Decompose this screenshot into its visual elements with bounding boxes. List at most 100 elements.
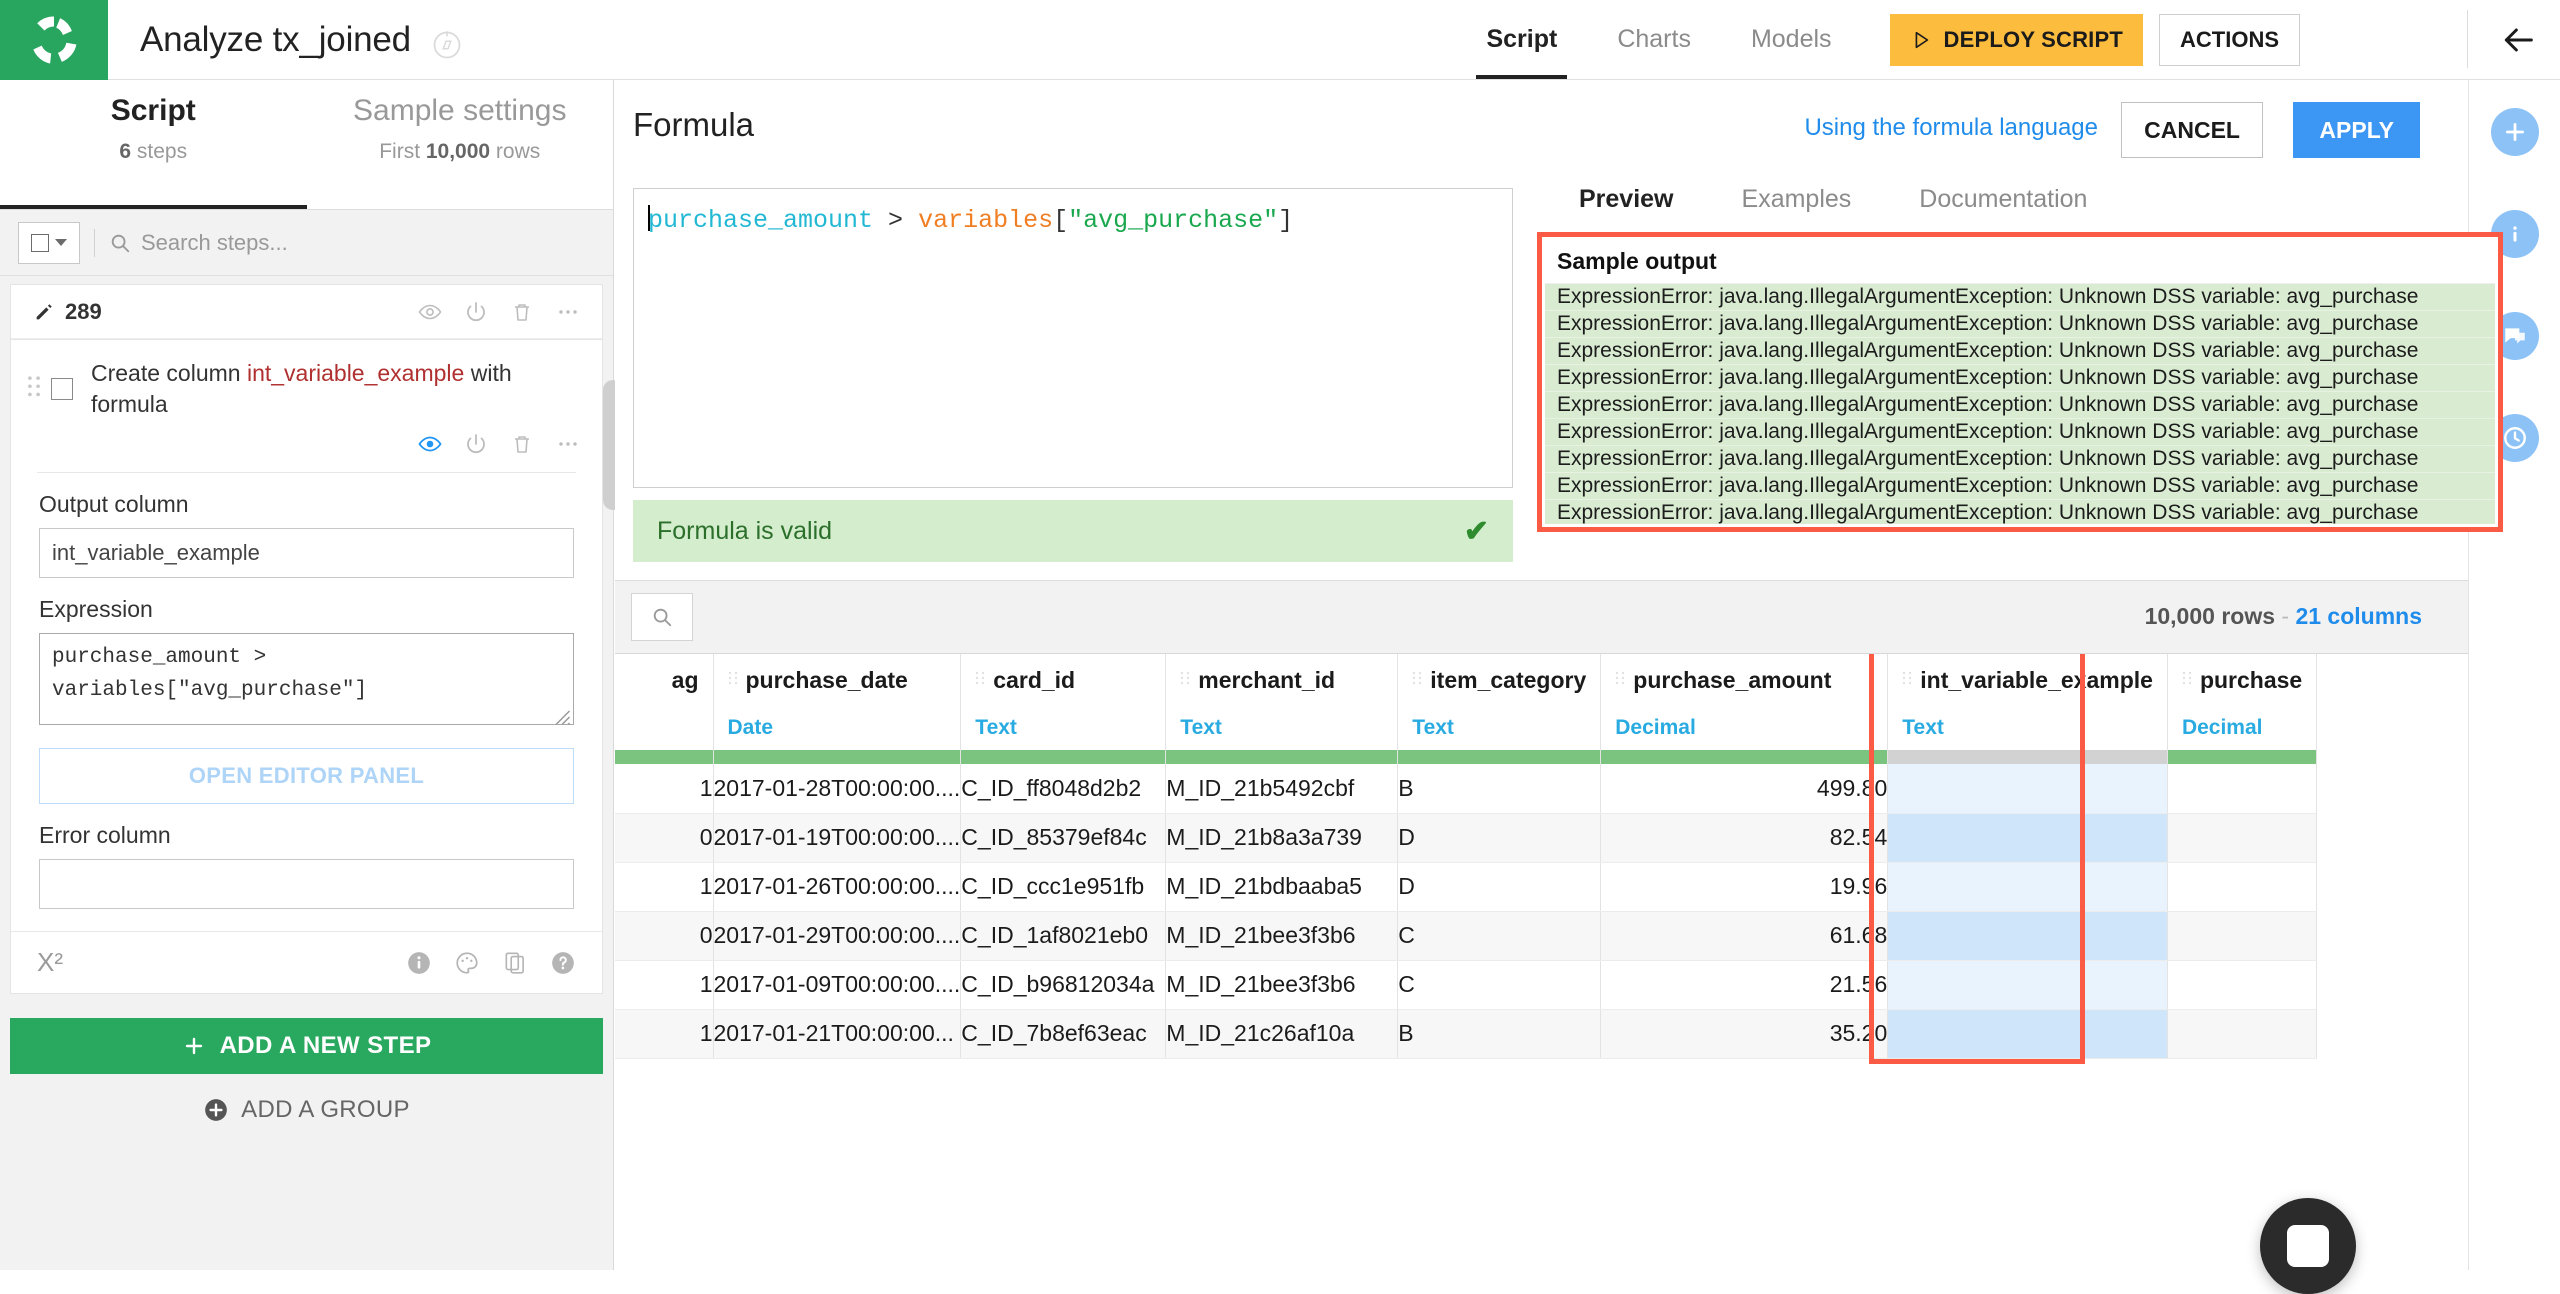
info-icon[interactable] <box>406 950 432 976</box>
tab-documentation[interactable]: Documentation <box>1885 185 2121 214</box>
table-row[interactable]: 1 2017-01-28T00:00:00.... C_ID_ff8048d2b2 M… <box>615 764 2318 814</box>
tab-charts[interactable]: Charts <box>1587 0 1721 79</box>
table-row[interactable]: 1 2017-01-26T00:00:00.... C_ID_ccc1e951fb M… <box>615 862 2318 912</box>
table-cell[interactable] <box>2167 1009 2318 1059</box>
left-tab-sample-settings[interactable]: Sample settings First 10,000 rows <box>307 80 614 163</box>
table-cell[interactable]: C_ID_7b8ef63eac <box>960 1009 1167 1059</box>
table-cell[interactable]: C_ID_1af8021eb0 <box>960 911 1167 961</box>
table-row[interactable]: 1 2017-01-09T00:00:00.... C_ID_b96812034a M… <box>615 960 2318 1010</box>
palette-icon[interactable] <box>454 950 480 976</box>
tab-preview[interactable]: Preview <box>1545 185 1708 214</box>
table-cell[interactable] <box>1887 813 2168 863</box>
table-column-header[interactable]: int_variable_example Text <box>1887 654 2168 764</box>
table-cell[interactable]: 19.96 <box>1600 862 1889 912</box>
table-cell[interactable]: M_ID_21bee3f3b6 <box>1165 960 1399 1010</box>
table-cell[interactable]: 499.80 <box>1600 764 1889 814</box>
help-icon[interactable] <box>550 950 576 976</box>
table-cell[interactable]: 21.56 <box>1600 960 1889 1010</box>
table-column-header[interactable]: purchase_date Date <box>713 654 962 764</box>
table-cell[interactable] <box>1887 911 2168 961</box>
drag-handle-icon[interactable] <box>27 374 41 404</box>
table-row[interactable]: 1 2017-01-21T00:00:00... C_ID_7b8ef63eac M_… <box>615 1009 2318 1059</box>
table-cell[interactable]: M_ID_21bee3f3b6 <box>1165 911 1399 961</box>
formula-editor[interactable]: purchase_amount > variables["avg_purchas… <box>633 188 1513 488</box>
table-row[interactable]: 0 2017-01-19T00:00:00.... C_ID_85379ef84c M… <box>615 813 2318 863</box>
table-cell[interactable]: 1 <box>615 862 714 912</box>
table-cell[interactable] <box>2167 862 2318 912</box>
table-cell[interactable]: 0 <box>615 813 714 863</box>
tab-models[interactable]: Models <box>1721 0 1862 79</box>
table-column-header[interactable]: item_category Text <box>1397 654 1602 764</box>
table-cell[interactable]: 61.68 <box>1600 911 1889 961</box>
cancel-button[interactable]: CANCEL <box>2121 102 2263 158</box>
column-drag-handle-icon[interactable] <box>1412 669 1422 691</box>
rail-add-button[interactable] <box>2491 108 2539 156</box>
x-squared-icon[interactable]: X² <box>37 947 63 978</box>
eye-icon-active[interactable] <box>418 432 442 456</box>
table-cell[interactable]: 2017-01-28T00:00:00.... <box>713 764 962 814</box>
column-drag-handle-icon[interactable] <box>1902 669 1912 691</box>
power-icon[interactable] <box>464 432 488 456</box>
apply-button[interactable]: APPLY <box>2293 102 2420 158</box>
table-cell[interactable]: 1 <box>615 1009 714 1059</box>
table-cell[interactable] <box>2167 813 2318 863</box>
chat-widget-button[interactable] <box>2260 1198 2356 1294</box>
table-cell[interactable]: M_ID_21b5492cbf <box>1165 764 1399 814</box>
add-a-group-button[interactable]: ADD A GROUP <box>0 1096 613 1124</box>
left-tab-script[interactable]: Script 6 steps <box>0 80 307 163</box>
table-cell[interactable]: M_ID_21c26af10a <box>1165 1009 1399 1059</box>
search-steps-input[interactable]: Search steps... <box>141 230 288 256</box>
open-editor-panel-button[interactable]: OPEN EDITOR PANEL <box>39 748 574 805</box>
table-column-header[interactable]: purchase_amount Decimal <box>1600 654 1889 764</box>
table-cell[interactable]: 0 <box>615 911 714 961</box>
table-cell[interactable] <box>1887 960 2168 1010</box>
select-all-dropdown[interactable] <box>18 221 80 264</box>
table-cell[interactable]: 2017-01-09T00:00:00.... <box>713 960 962 1010</box>
table-cell[interactable]: 2017-01-21T00:00:00... <box>713 1009 962 1059</box>
app-logo[interactable] <box>0 0 108 80</box>
table-cell[interactable] <box>1887 862 2168 912</box>
table-cell[interactable]: C <box>1397 911 1602 961</box>
table-cell[interactable]: 35.20 <box>1600 1009 1889 1059</box>
table-cell[interactable]: B <box>1397 1009 1602 1059</box>
table-column-header[interactable]: merchant_id Text <box>1165 654 1399 764</box>
table-cell[interactable]: M_ID_21bdbaaba5 <box>1165 862 1399 912</box>
deploy-script-button[interactable]: DEPLOY SCRIPT <box>1889 13 2143 66</box>
table-cell[interactable]: 2017-01-19T00:00:00.... <box>713 813 962 863</box>
power-icon[interactable] <box>464 300 488 324</box>
column-drag-handle-icon[interactable] <box>1615 669 1625 691</box>
eye-icon[interactable] <box>418 300 442 324</box>
back-arrow-icon[interactable] <box>2498 20 2538 60</box>
more-options-icon[interactable] <box>556 300 580 324</box>
tab-examples[interactable]: Examples <box>1708 185 1886 214</box>
add-a-new-step-button[interactable]: ADD A NEW STEP <box>10 1018 603 1075</box>
table-cell[interactable]: 82.54 <box>1600 813 1889 863</box>
table-column-header[interactable]: purchase Decimal <box>2167 654 2318 764</box>
table-cell[interactable]: D <box>1397 813 1602 863</box>
select-all-checkbox[interactable] <box>31 233 49 252</box>
table-cell[interactable] <box>1887 1009 2168 1059</box>
table-cell[interactable] <box>2167 764 2318 814</box>
table-cell[interactable]: C_ID_85379ef84c <box>960 813 1167 863</box>
column-drag-handle-icon[interactable] <box>728 669 738 691</box>
formula-language-link[interactable]: Using the formula language <box>1804 114 2098 142</box>
copy-icon[interactable] <box>502 950 528 976</box>
step-checkbox[interactable] <box>51 378 73 400</box>
table-cell[interactable]: C_ID_b96812034a <box>960 960 1167 1010</box>
table-cell[interactable]: B <box>1397 764 1602 814</box>
table-column-header[interactable]: ag <box>615 654 714 764</box>
table-row[interactable]: 0 2017-01-29T00:00:00.... C_ID_1af8021eb0 M… <box>615 911 2318 961</box>
table-cell[interactable]: 1 <box>615 960 714 1010</box>
column-drag-handle-icon[interactable] <box>975 669 985 691</box>
expression-textarea[interactable]: purchase_amount > variables["avg_purchas… <box>39 633 574 726</box>
table-cell[interactable]: C_ID_ccc1e951fb <box>960 862 1167 912</box>
more-options-icon[interactable] <box>556 432 580 456</box>
table-cell[interactable]: C <box>1397 960 1602 1010</box>
tab-script[interactable]: Script <box>1456 0 1587 79</box>
table-cell[interactable] <box>2167 911 2318 961</box>
actions-button[interactable]: ACTIONS <box>2159 13 2300 66</box>
table-cell[interactable]: 2017-01-29T00:00:00.... <box>713 911 962 961</box>
table-search-button[interactable] <box>631 593 693 641</box>
table-cell[interactable] <box>2167 960 2318 1010</box>
table-cell[interactable]: M_ID_21b8a3a739 <box>1165 813 1399 863</box>
